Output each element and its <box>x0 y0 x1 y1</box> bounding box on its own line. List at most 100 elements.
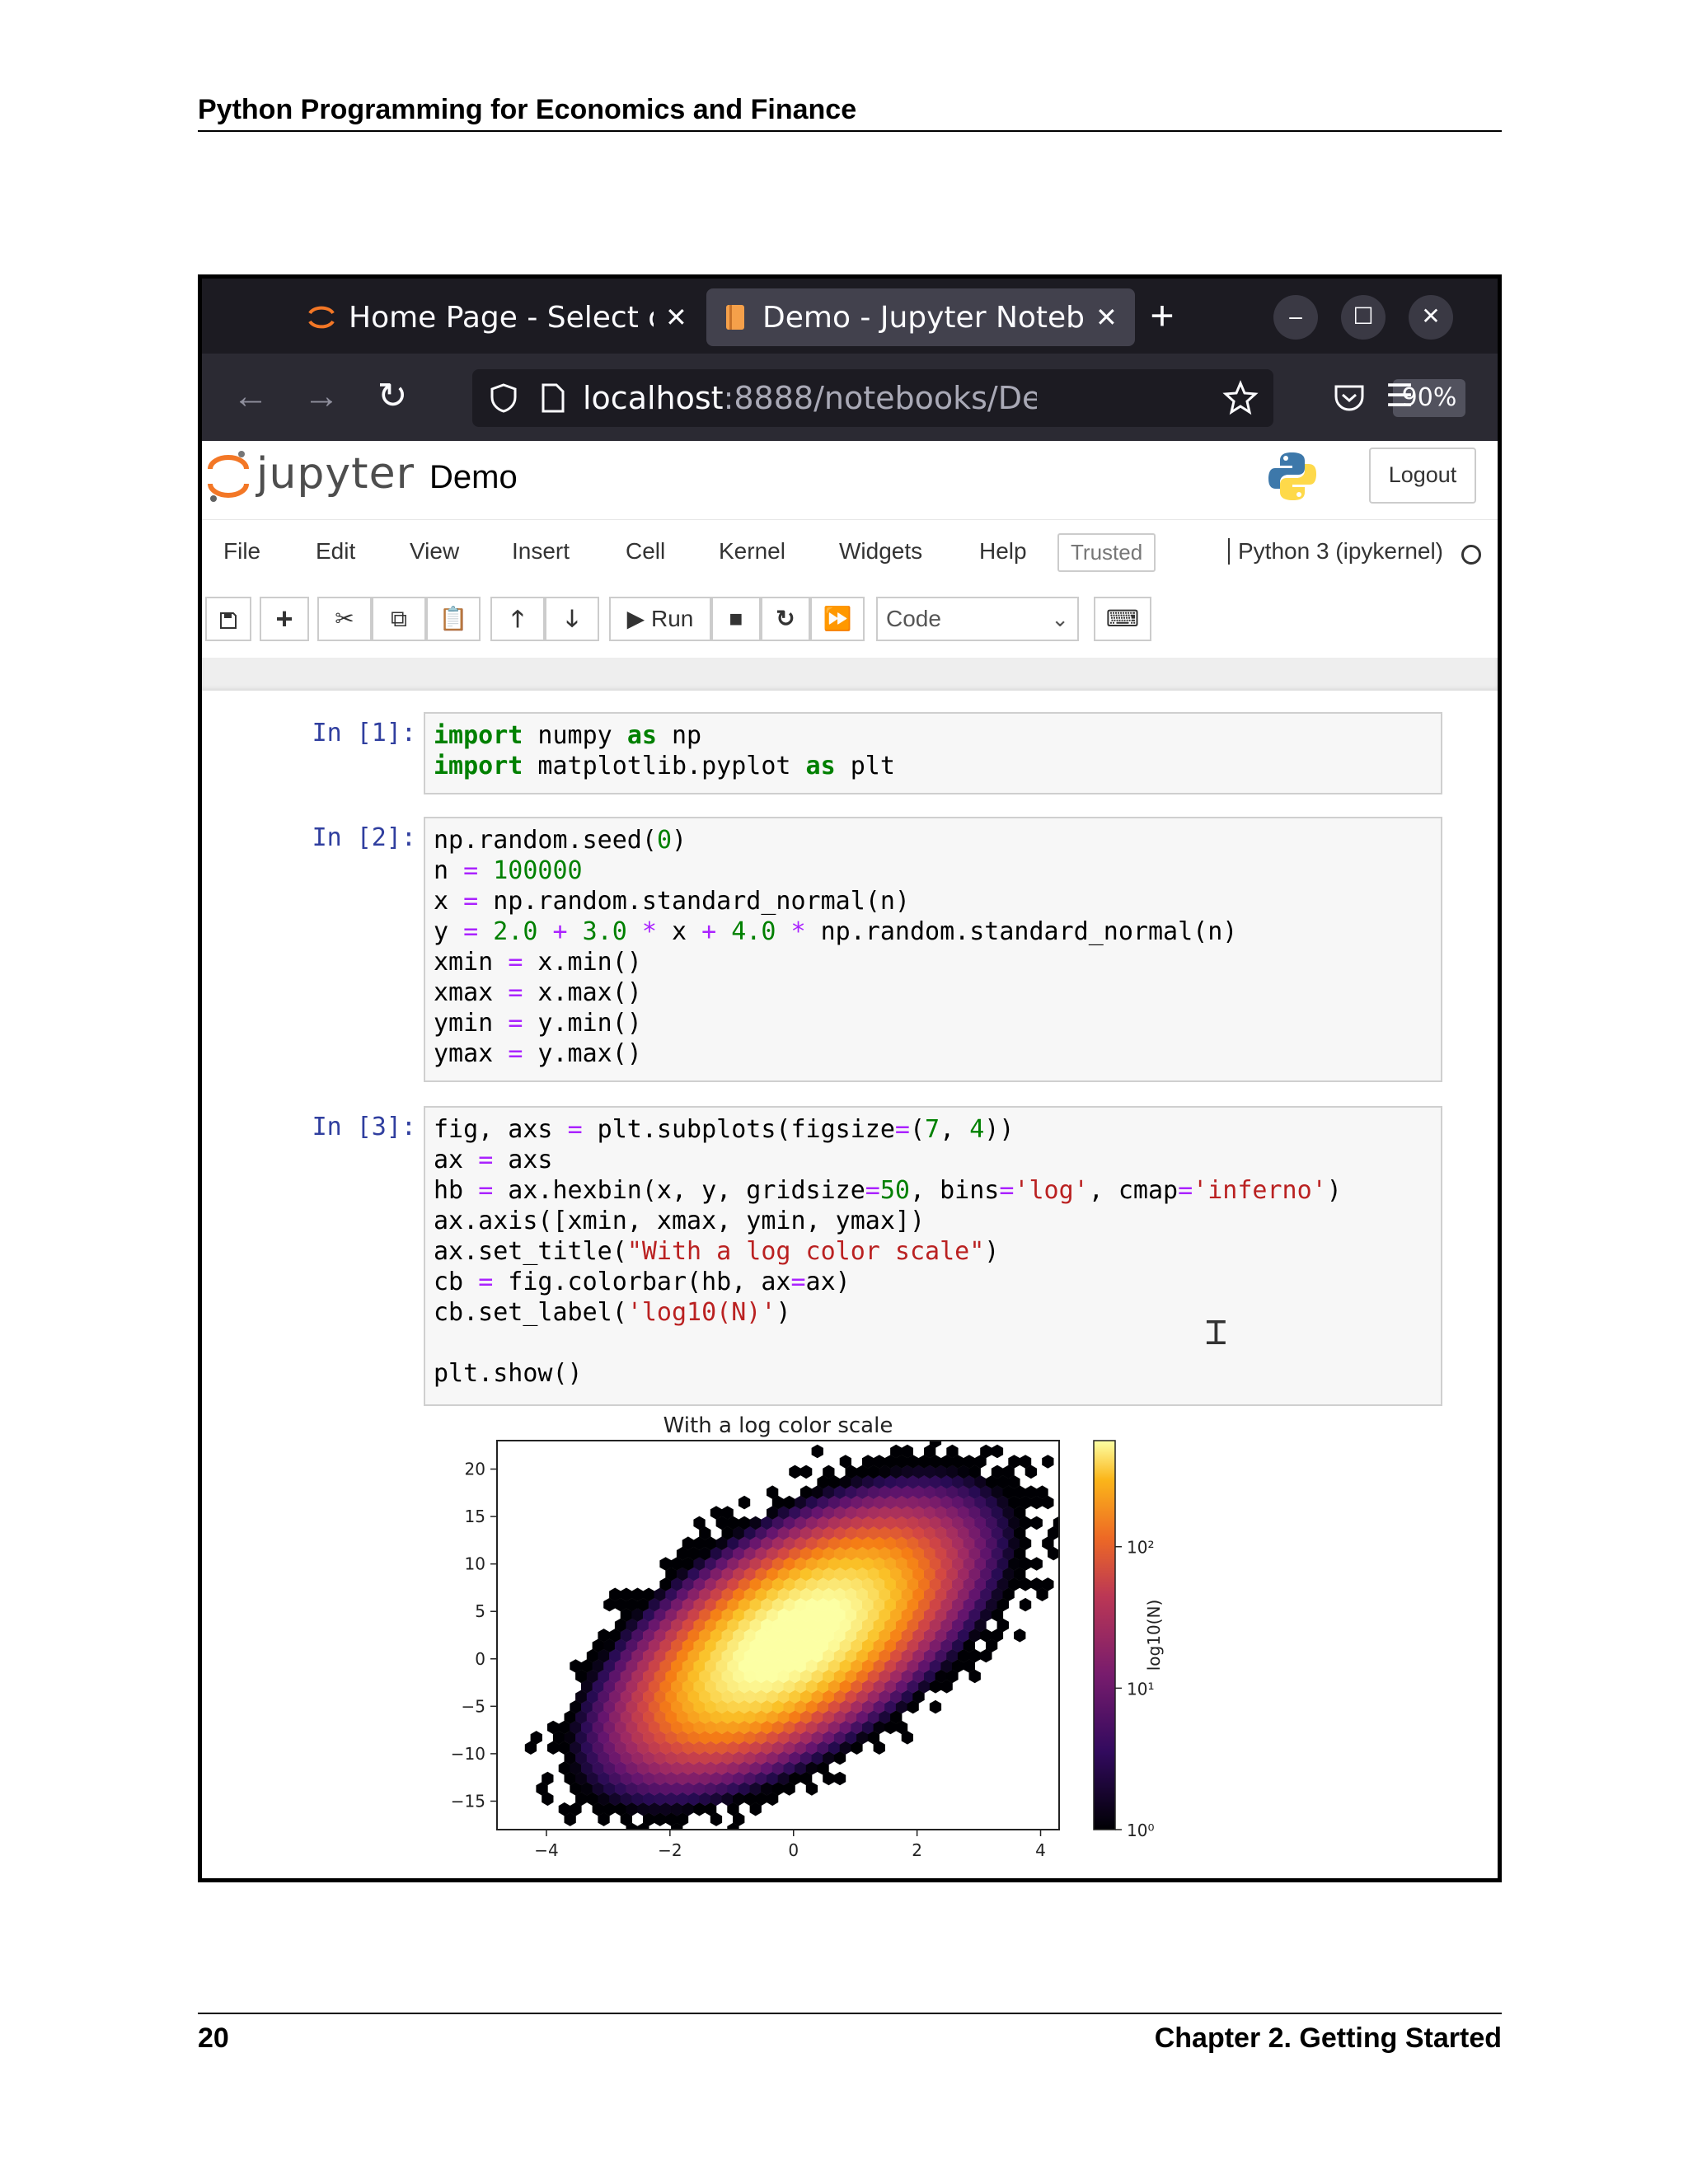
save-icon <box>220 612 237 629</box>
menu-insert[interactable]: Insert <box>512 538 570 565</box>
y-tick-label: −10 <box>451 1744 485 1764</box>
tab-home-page[interactable]: Home Page - Select or create a notebook … <box>294 288 693 346</box>
menu-file[interactable]: File <box>223 538 260 565</box>
navigation-bar: ← → ↻ localhost :8888/notebooks/Demo.ipy… <box>202 354 1498 441</box>
hexbin-chart: With a log color scale −4 −2 0 2 4 20151050−… <box>451 1416 1164 1860</box>
tab-demo[interactable]: Demo - Jupyter Notebook ✕ <box>706 288 1135 346</box>
jupyter-logo-text[interactable]: jupyter <box>256 449 415 499</box>
hexbin-cell <box>924 1424 935 1438</box>
hexbin-cell <box>738 1495 751 1510</box>
reload-icon[interactable]: ↻ <box>368 373 416 421</box>
menu-view[interactable]: View <box>410 538 459 565</box>
x-tick-label: −4 <box>534 1840 558 1860</box>
command-palette-button[interactable]: ⌨ <box>1094 597 1151 641</box>
menu-help[interactable]: Help <box>979 538 1027 565</box>
hexbin-cell <box>1019 1597 1032 1612</box>
cell-prompt: In [3]: <box>312 1113 416 1141</box>
header-divider <box>202 658 1498 691</box>
tab-title: Demo - Jupyter Notebook <box>762 300 1084 335</box>
menu-edit[interactable]: Edit <box>316 538 355 565</box>
hexbin-cell <box>991 1444 1004 1459</box>
maximize-icon[interactable]: ☐ <box>1341 295 1386 340</box>
cell-type-value: Code <box>886 606 941 631</box>
page-number: 20 <box>198 2022 229 2054</box>
code-cell[interactable]: np.random.seed(0) n = 100000 x = np.rand… <box>424 817 1442 1082</box>
chart-title: With a log color scale <box>663 1416 893 1438</box>
menubar: File Edit View Insert Cell Kernel Widget… <box>202 519 1498 591</box>
y-tick-label: −15 <box>451 1791 485 1811</box>
url-path: :8888/notebooks/Demo.ipynb <box>723 380 1037 416</box>
y-tick-label: 5 <box>475 1601 485 1621</box>
url-bar[interactable]: localhost :8888/notebooks/Demo.ipynb 90% <box>472 369 1465 427</box>
notebook-area: In [1]: import numpy as np import matplo… <box>202 691 1498 1878</box>
tab-title: Home Page - Select or create a notebook <box>349 300 654 335</box>
run-button[interactable]: ▶ Run <box>609 597 711 641</box>
shield-icon[interactable] <box>487 382 520 415</box>
x-tick-label: 0 <box>788 1840 799 1860</box>
menu-cell[interactable]: Cell <box>626 538 665 565</box>
cell-code: np.random.seed(0) n = 100000 x = np.rand… <box>434 826 1238 1068</box>
hexbin-cell <box>1065 1496 1076 1510</box>
text-cursor-icon: Ꮖ <box>1206 1315 1228 1352</box>
hexbin-cell <box>1065 1557 1076 1571</box>
cut-button[interactable]: ✂ <box>317 597 372 641</box>
restart-button[interactable]: ↻ <box>761 597 810 641</box>
copy-button[interactable]: ⧉ <box>372 597 426 641</box>
code-cell[interactable]: import numpy as np import matplotlib.pyp… <box>424 712 1442 794</box>
y-tick-label: 15 <box>465 1507 485 1526</box>
colorbar-tick-label: 10² <box>1127 1538 1154 1558</box>
hexbin-cell <box>480 1823 491 1837</box>
close-icon[interactable]: ✕ <box>1095 302 1118 333</box>
keyboard-icon: ⌨ <box>1105 606 1140 631</box>
hexbin-cell <box>1042 1455 1054 1469</box>
y-axis-ticks: 20 15 10 5 0 −5 −10 −15 <box>451 1460 497 1811</box>
browser-screenshot: Home Page - Select or create a notebook … <box>198 274 1502 1882</box>
move-up-button[interactable]: 🡑 <box>490 597 545 641</box>
logout-button[interactable]: Logout <box>1369 448 1476 504</box>
restart-icon: ↻ <box>776 606 795 631</box>
minimize-icon[interactable]: – <box>1273 295 1318 340</box>
colorbar <box>1093 1440 1116 1830</box>
code-cell[interactable]: fig, axs = plt.subplots(figsize=(7, 4)) … <box>424 1106 1442 1406</box>
kernel-name[interactable]: Python 3 (ipykernel) <box>1228 538 1443 565</box>
y-tick-label: −5 <box>462 1696 485 1716</box>
close-icon[interactable]: ✕ <box>665 302 687 333</box>
hexbin-cell <box>1014 1629 1026 1643</box>
save-button[interactable] <box>205 597 251 641</box>
kernel-idle-indicator <box>1461 545 1481 565</box>
window-close-icon[interactable]: ✕ <box>1409 295 1453 340</box>
jupyter-logo-icon <box>208 451 249 502</box>
restart-run-all-button[interactable]: ⏩ <box>810 597 865 641</box>
menu-kernel[interactable]: Kernel <box>719 538 785 565</box>
notebook-toolbar: + ✂ ⧉ 📋 🡑 🡓 ▶ Run ■ ↻ ⏩ Code ⌄ ⌨ <box>202 590 1498 658</box>
cell-prompt: In [2]: <box>312 823 416 852</box>
fast-forward-icon: ⏩ <box>823 606 852 631</box>
insert-cell-button[interactable]: + <box>260 597 309 641</box>
y-tick-label: 20 <box>465 1460 485 1479</box>
back-arrow-icon[interactable]: ← <box>227 373 274 421</box>
plus-icon: + <box>275 602 293 635</box>
x-tick-label: −2 <box>658 1840 682 1860</box>
hamburger-menu-icon[interactable]: ☰ <box>1376 373 1423 421</box>
page-header-title: Python Programming for Economics and Fin… <box>198 94 857 125</box>
pocket-icon[interactable] <box>1331 380 1367 416</box>
move-down-button[interactable]: 🡓 <box>545 597 599 641</box>
hexbin-cell <box>833 1771 846 1786</box>
paste-button[interactable]: 📋 <box>426 597 481 641</box>
cell-type-select[interactable]: Code ⌄ <box>876 597 1079 641</box>
forward-arrow-icon[interactable]: → <box>298 373 345 421</box>
new-tab-button[interactable]: + <box>1133 288 1191 346</box>
chapter-title: Chapter 2. Getting Started <box>1154 2022 1502 2054</box>
page-header: Python Programming for Economics and Fin… <box>198 92 1502 132</box>
menu-widgets[interactable]: Widgets <box>839 538 922 565</box>
x-tick-label: 2 <box>912 1840 922 1860</box>
cell-prompt: In [1]: <box>312 719 416 748</box>
interrupt-button[interactable]: ■ <box>711 597 761 641</box>
run-label: Run <box>650 606 694 631</box>
star-icon[interactable] <box>1222 380 1259 416</box>
hexbin-cell <box>789 1465 801 1479</box>
notebook-name[interactable]: Demo <box>429 459 518 496</box>
y-tick-label: 10 <box>465 1554 485 1574</box>
trusted-indicator[interactable]: Trusted <box>1057 533 1156 572</box>
hexbin-cell <box>799 1465 813 1479</box>
